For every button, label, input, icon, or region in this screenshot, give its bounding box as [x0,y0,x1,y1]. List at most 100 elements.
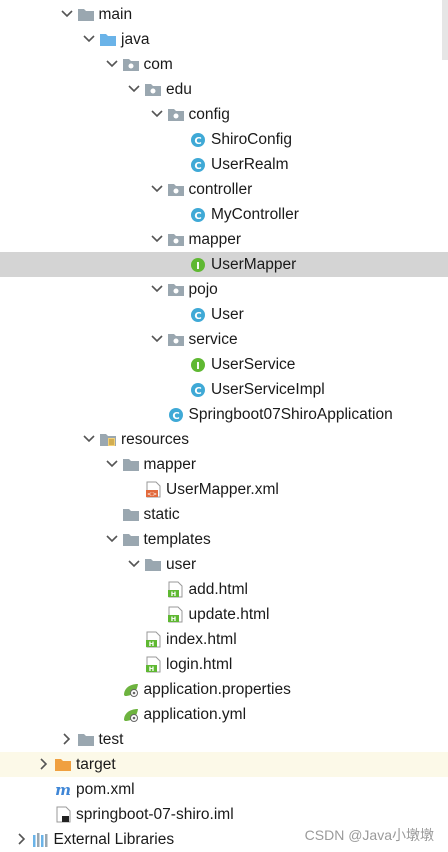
svg-text:C: C [194,161,201,172]
chevron-down-icon[interactable] [104,454,120,474]
tree-row[interactable]: java [0,27,448,52]
chevron-down-icon[interactable] [59,4,75,24]
svg-text:H: H [171,590,176,598]
folder-icon [77,6,95,23]
package-icon [167,231,185,248]
folder-icon [144,556,162,573]
chevron-down-icon[interactable] [126,554,142,574]
tree-row[interactable]: resources [0,427,448,452]
xml-file-icon: <> [144,481,162,498]
tree-row[interactable]: I UserMapper [0,252,448,277]
chevron-down-icon[interactable] [149,229,165,249]
html-file-icon: H [144,631,162,648]
class-icon: C [189,206,207,223]
tree-row[interactable]: C UserServiceImpl [0,377,448,402]
tree-row[interactable]: Hindex.html [0,627,448,652]
chevron-down-icon[interactable] [149,279,165,299]
tree-item-label: application.properties [143,681,291,698]
tree-row[interactable]: pojo [0,277,448,302]
tree-row[interactable]: mapper [0,452,448,477]
tree-row[interactable]: Hupdate.html [0,602,448,627]
tree-row[interactable]: com [0,52,448,77]
tree-row[interactable]: mapper [0,227,448,252]
tree-row[interactable]: config [0,102,448,127]
tree-row[interactable]: application.yml [0,702,448,727]
svg-text:C: C [172,411,179,422]
class-icon: C [189,156,207,173]
tree-item-label: pojo [188,281,218,298]
tree-row[interactable]: user [0,552,448,577]
svg-text:C: C [194,311,201,322]
class-icon: C [189,381,207,398]
tree-item-label: index.html [166,631,237,648]
tree-row[interactable]: application.properties [0,677,448,702]
chevron-down-icon[interactable] [149,329,165,349]
tree-item-label: edu [166,81,192,98]
tree-item-label: java [121,31,150,48]
tree-item-label: UserRealm [211,156,289,173]
svg-text:m: m [55,782,71,798]
tree-item-label: mapper [188,231,242,248]
tree-row[interactable]: m pom.xml [0,777,448,802]
tree-item-label: config [188,106,230,123]
svg-text:C: C [194,386,201,397]
tree-row[interactable]: controller [0,177,448,202]
tree-row[interactable]: C Springboot07ShiroApplication [0,402,448,427]
package-icon [167,331,185,348]
tree-row[interactable]: static [0,502,448,527]
tree-item-label: ShiroConfig [211,131,292,148]
tree-row[interactable]: main [0,2,448,27]
chevron-right-icon[interactable] [36,754,52,774]
tree-item-label: application.yml [143,706,247,723]
tree-row[interactable]: Hlogin.html [0,652,448,677]
tree-row[interactable]: C MyController [0,202,448,227]
iml-file-icon [54,806,72,823]
tree-item-label: UserService [211,356,296,373]
chevron-right-icon[interactable] [59,729,75,749]
tree-item-label: pom.xml [76,781,135,798]
tree-row[interactable]: edu [0,77,448,102]
tree-row[interactable]: Hadd.html [0,577,448,602]
chevron-down-icon[interactable] [81,29,97,49]
interface-icon: I [189,256,207,273]
tree-row[interactable]: I UserService [0,352,448,377]
chevron-down-icon[interactable] [149,104,165,124]
tree-item-label: resources [121,431,190,448]
tree-row[interactable]: C UserRealm [0,152,448,177]
tree-row[interactable]: target [0,752,448,777]
tree-row[interactable]: C ShiroConfig [0,127,448,152]
excluded-folder-icon [54,756,72,773]
tree-row[interactable]: test [0,727,448,752]
svg-text:I: I [196,361,200,372]
tree-row[interactable]: springboot-07-shiro.iml [0,802,448,827]
tree-row[interactable]: <> UserMapper.xml [0,477,448,502]
tree-item-label: controller [188,181,253,198]
folder-icon [122,456,140,473]
chevron-down-icon[interactable] [104,529,120,549]
tree-row[interactable]: templates [0,527,448,552]
html-file-icon: H [144,656,162,673]
html-file-icon: H [167,581,185,598]
package-icon [167,106,185,123]
spring-config-icon [122,681,140,698]
tree-row[interactable]: service [0,327,448,352]
chevron-down-icon[interactable] [126,79,142,99]
tree-item-label: External Libraries [53,831,175,848]
source-folder-icon [99,31,117,48]
scrollbar[interactable] [442,0,448,60]
interface-icon: I [189,356,207,373]
package-icon [144,81,162,98]
chevron-down-icon[interactable] [81,429,97,449]
chevron-down-icon[interactable] [149,179,165,199]
tree-item-label: templates [143,531,211,548]
svg-text:C: C [194,136,201,147]
chevron-down-icon[interactable] [104,54,120,74]
package-icon [122,56,140,73]
spring-config-icon [122,706,140,723]
chevron-right-icon[interactable] [14,829,30,849]
folder-icon [77,731,95,748]
package-icon [167,281,185,298]
tree-item-label: update.html [188,606,270,623]
html-file-icon: H [167,606,185,623]
tree-row[interactable]: C User [0,302,448,327]
